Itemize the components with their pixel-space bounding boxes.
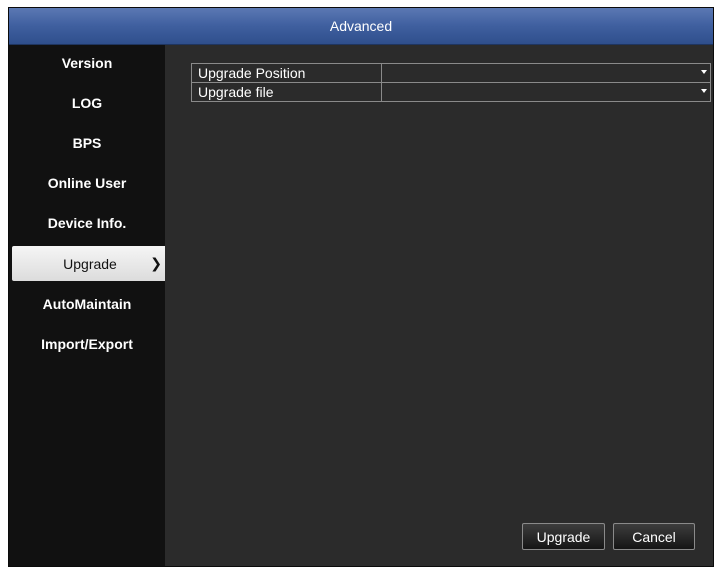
sidebar: Version LOG BPS Online User Device Info.… — [9, 45, 168, 566]
sidebar-item-device-info[interactable]: Device Info. — [9, 205, 165, 241]
sidebar-item-label: Import/Export — [41, 336, 133, 352]
sidebar-item-label: LOG — [71, 95, 103, 111]
upgrade-position-label: Upgrade Position — [191, 63, 382, 83]
cancel-button[interactable]: Cancel — [613, 523, 695, 550]
sidebar-item-label: Version — [61, 55, 113, 71]
advanced-dialog: Advanced Version LOG BPS Online User Dev… — [8, 7, 714, 567]
dropdown-arrow-icon — [701, 89, 707, 93]
chevron-right-icon: ❯ — [150, 255, 162, 271]
dialog-title-bar: Advanced — [9, 8, 713, 45]
upgrade-settings-table: Upgrade Position Upgrade file — [191, 63, 711, 102]
upgrade-file-select[interactable] — [381, 82, 711, 102]
table-row: Upgrade file — [191, 82, 711, 102]
sidebar-item-label: Upgrade — [63, 255, 117, 272]
sidebar-item-label: Online User — [47, 175, 127, 191]
upgrade-button[interactable]: Upgrade — [522, 523, 605, 550]
main-panel: Upgrade Position Upgrade file Upgrade Ca… — [165, 45, 713, 566]
dialog-title: Advanced — [329, 18, 393, 34]
sidebar-item-label: AutoMaintain — [42, 296, 132, 312]
sidebar-item-online-user[interactable]: Online User — [9, 165, 165, 201]
sidebar-item-version[interactable]: Version — [9, 45, 165, 81]
sidebar-item-label: Device Info. — [47, 215, 127, 231]
upgrade-position-select[interactable] — [381, 63, 711, 83]
upgrade-file-label: Upgrade file — [191, 82, 382, 102]
sidebar-item-automaintain[interactable]: AutoMaintain — [9, 286, 165, 322]
sidebar-item-upgrade[interactable]: Upgrade ❯ — [12, 246, 168, 281]
sidebar-item-import-export[interactable]: Import/Export — [9, 326, 165, 362]
dropdown-arrow-icon — [701, 70, 707, 74]
sidebar-item-label: BPS — [72, 135, 102, 151]
table-row: Upgrade Position — [191, 63, 711, 83]
sidebar-item-bps[interactable]: BPS — [9, 125, 165, 161]
sidebar-item-log[interactable]: LOG — [9, 85, 165, 121]
